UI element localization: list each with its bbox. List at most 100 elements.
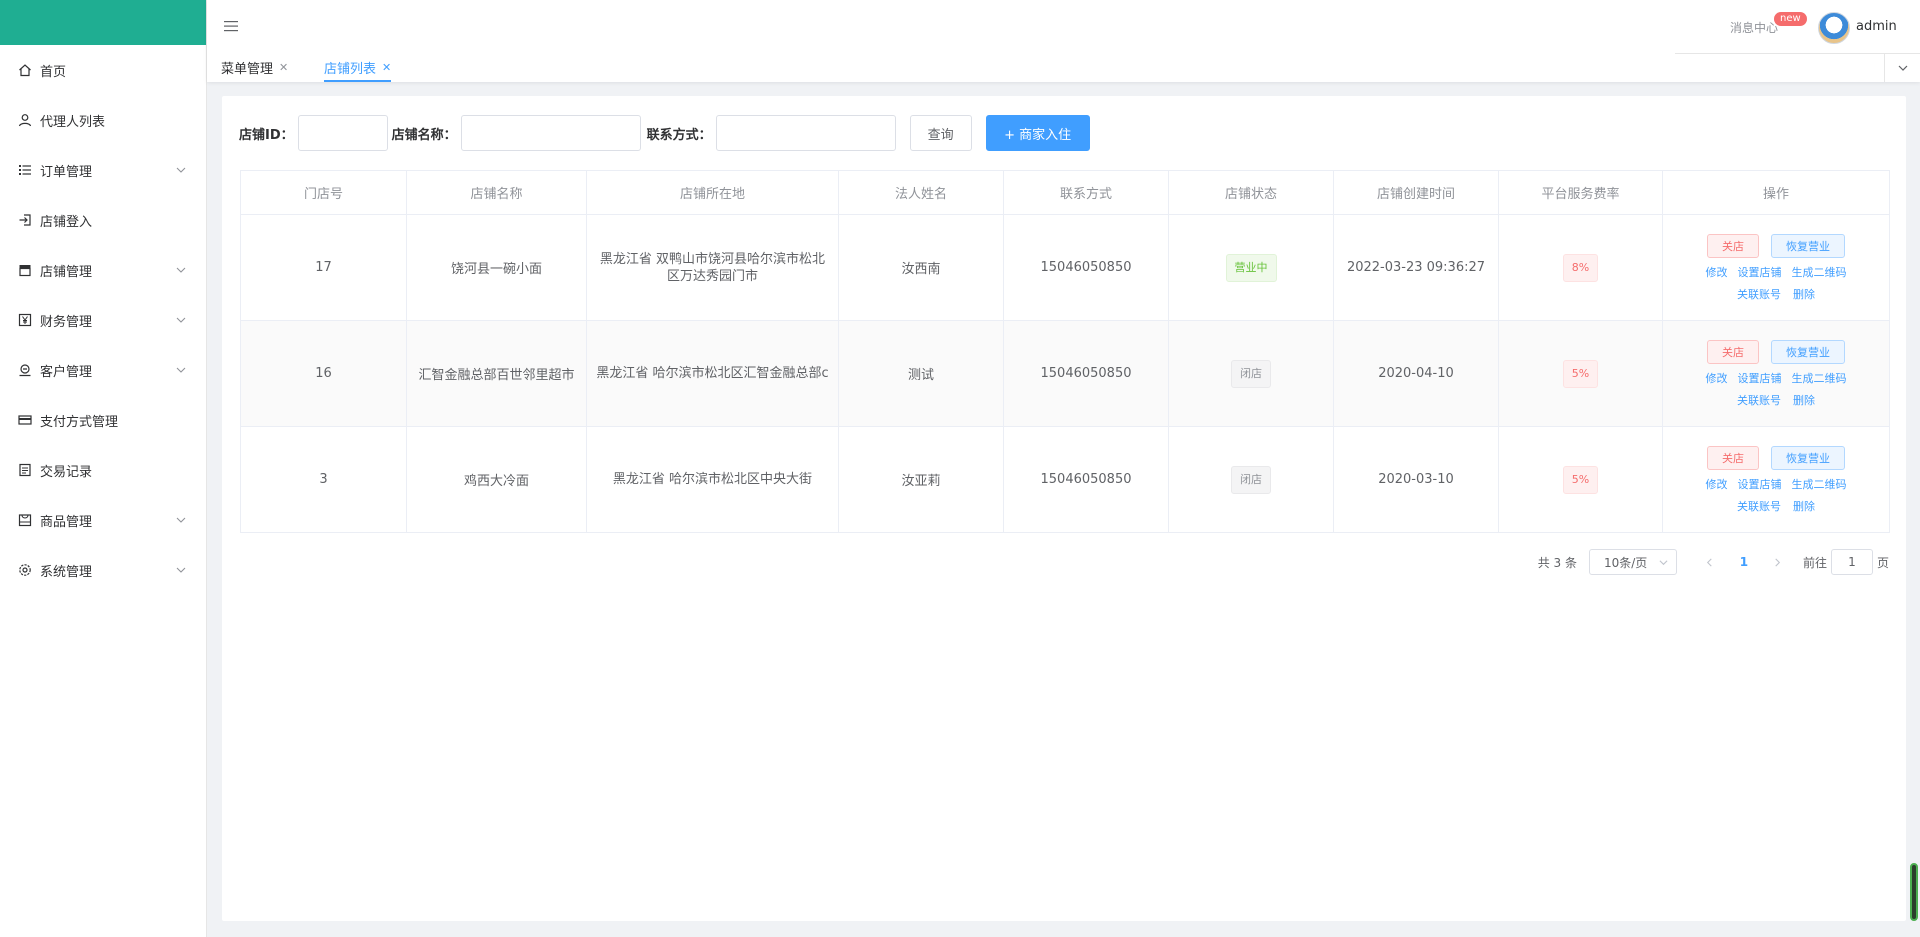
generate-qrcode-link[interactable]: 生成二维码 bbox=[1792, 370, 1847, 386]
column-header: 店铺状态 bbox=[1168, 170, 1334, 215]
home-icon bbox=[18, 63, 32, 77]
new-badge: new bbox=[1774, 12, 1807, 26]
cell-created: 2020-04-10 bbox=[1333, 320, 1499, 427]
message-center-link[interactable]: 消息中心 bbox=[1730, 19, 1778, 36]
column-header: 平台服务费率 bbox=[1498, 170, 1663, 215]
prev-page-button[interactable] bbox=[1695, 549, 1725, 575]
hamburger-icon[interactable] bbox=[224, 20, 238, 32]
cell-fee: 5% bbox=[1498, 426, 1663, 533]
sidebar: 首页代理人列表 订单管理店铺登入店铺管理 财务管理客户管理支付方式管理 交易记录商品管… bbox=[0, 0, 207, 937]
shop-table: 门店号 店铺名称 店铺所在地 法人姓名 联系方式 店铺状态 店铺创建时间 平台服务费率 操作 1… bbox=[240, 170, 1890, 533]
shop-name-label: 店铺名称： bbox=[391, 127, 457, 143]
tab-menu-management[interactable]: 菜单管理 ✕ bbox=[221, 52, 288, 82]
shop-id-label: 店铺ID： bbox=[239, 127, 294, 143]
close-shop-button[interactable]: 关店 bbox=[1707, 339, 1759, 364]
cell-contact: 15046050850 bbox=[1003, 214, 1169, 321]
goods-icon bbox=[18, 513, 32, 527]
cell-actions: 关店 恢复营业修改 设置店铺 生成二维码 关联账号 删除 bbox=[1662, 320, 1890, 427]
chevron-right-icon bbox=[1775, 558, 1781, 566]
add-merchant-button[interactable]: + 商家入住 bbox=[985, 115, 1090, 151]
page-size-select[interactable]: 10条/页 bbox=[1588, 549, 1677, 575]
cell-fee: 8% bbox=[1498, 214, 1663, 321]
resume-business-button[interactable]: 恢复营业 bbox=[1771, 339, 1845, 364]
sidebar-item-label: 首页 bbox=[40, 64, 67, 80]
edit-link[interactable]: 修改 bbox=[1706, 264, 1728, 280]
sidebar-item-8[interactable]: 交易记录 bbox=[0, 445, 206, 495]
contact-input[interactable] bbox=[715, 115, 896, 151]
resume-business-button[interactable]: 恢复营业 bbox=[1771, 445, 1845, 470]
shop-name-input[interactable] bbox=[460, 115, 641, 151]
cell-shop-name: 饶河县一碗小面 bbox=[406, 214, 587, 321]
link-account-link[interactable]: 关联账号 bbox=[1737, 286, 1781, 302]
fee-badge: 5% bbox=[1562, 359, 1599, 388]
sidebar-item-4[interactable]: 店铺管理 bbox=[0, 245, 206, 295]
table-row: 3 鸡西大冷面 黑龙江省 哈尔滨市松北区中央大街 汝亚莉 15046050850 闭店 20… bbox=[240, 426, 1890, 533]
sidebar-item-6[interactable]: 客户管理 bbox=[0, 345, 206, 395]
delete-link[interactable]: 删除 bbox=[1793, 498, 1815, 514]
cell-legal-name: 测试 bbox=[838, 320, 1004, 427]
logo-bar bbox=[0, 0, 206, 45]
shop-id-input[interactable] bbox=[297, 115, 388, 151]
shop-settings-link[interactable]: 设置店铺 bbox=[1738, 476, 1782, 492]
status-badge: 营业中 bbox=[1225, 253, 1277, 282]
pagination: 共 3 条 10条/页 1 前往 页 bbox=[1538, 548, 1889, 576]
sidebar-item-0[interactable]: 首页 bbox=[0, 45, 206, 95]
login-icon bbox=[18, 213, 32, 227]
chevron-left-icon bbox=[1707, 558, 1713, 566]
generate-qrcode-link[interactable]: 生成二维码 bbox=[1792, 264, 1847, 280]
header: 消息中心 new admin 菜单管理 ✕ 店铺列表 ✕ bbox=[207, 0, 1920, 82]
gear-icon bbox=[18, 563, 32, 577]
sidebar-item-7[interactable]: 支付方式管理 bbox=[0, 395, 206, 445]
avatar[interactable] bbox=[1818, 12, 1850, 44]
close-shop-button[interactable]: 关店 bbox=[1707, 233, 1759, 258]
sidebar-item-10[interactable]: 系统管理 bbox=[0, 545, 206, 595]
row-actions: 关店 恢复营业修改 设置店铺 生成二维码 关联账号 删除 bbox=[1663, 339, 1889, 408]
sidebar-item-label: 客户管理 bbox=[40, 364, 93, 380]
next-page-button[interactable] bbox=[1763, 549, 1793, 575]
sidebar-item-5[interactable]: 财务管理 bbox=[0, 295, 206, 345]
close-icon[interactable]: ✕ bbox=[382, 61, 391, 74]
sidebar-item-label: 商品管理 bbox=[40, 514, 93, 530]
delete-link[interactable]: 删除 bbox=[1793, 286, 1815, 302]
tabs-dropdown[interactable] bbox=[1884, 53, 1920, 82]
shop-settings-link[interactable]: 设置店铺 bbox=[1738, 264, 1782, 280]
cell-shop-name: 汇智金融总部百世邻里超市 bbox=[406, 320, 587, 427]
link-account-link[interactable]: 关联账号 bbox=[1737, 498, 1781, 514]
cell-status: 闭店 bbox=[1168, 320, 1334, 427]
cell-shop-name: 鸡西大冷面 bbox=[406, 426, 587, 533]
sidebar-item-1[interactable]: 代理人列表 bbox=[0, 95, 206, 145]
cell-shop-id: 16 bbox=[240, 320, 407, 427]
link-account-link[interactable]: 关联账号 bbox=[1737, 392, 1781, 408]
shop-settings-link[interactable]: 设置店铺 bbox=[1738, 370, 1782, 386]
customer-icon bbox=[18, 363, 32, 377]
chevron-down-icon bbox=[176, 567, 186, 573]
table-row: 17 饶河县一碗小面 黑龙江省 双鸭山市饶河县哈尔滨市松北区万达秀园门市 汝西南 150… bbox=[240, 214, 1890, 321]
edit-link[interactable]: 修改 bbox=[1706, 476, 1728, 492]
generate-qrcode-link[interactable]: 生成二维码 bbox=[1792, 476, 1847, 492]
cell-shop-id: 17 bbox=[240, 214, 407, 321]
scrollbar-thumb[interactable] bbox=[1910, 863, 1918, 921]
delete-link[interactable]: 删除 bbox=[1793, 392, 1815, 408]
close-shop-button[interactable]: 关店 bbox=[1707, 445, 1759, 470]
sidebar-item-3[interactable]: 店铺登入 bbox=[0, 195, 206, 245]
sidebar-item-9[interactable]: 商品管理 bbox=[0, 495, 206, 545]
page-number[interactable]: 1 bbox=[1729, 549, 1759, 575]
sidebar-item-2[interactable]: 订单管理 bbox=[0, 145, 206, 195]
cell-location: 黑龙江省 哈尔滨市松北区汇智金融总部c bbox=[586, 320, 839, 427]
tab-shop-list[interactable]: 店铺列表 ✕ bbox=[324, 52, 392, 82]
fee-badge: 8% bbox=[1562, 253, 1599, 282]
query-button[interactable]: 查询 bbox=[909, 115, 972, 151]
cell-location: 黑龙江省 哈尔滨市松北区中央大街 bbox=[586, 426, 839, 533]
goto-input[interactable] bbox=[1830, 549, 1873, 575]
column-header: 法人姓名 bbox=[838, 170, 1004, 215]
record-icon bbox=[18, 463, 32, 477]
resume-business-button[interactable]: 恢复营业 bbox=[1771, 233, 1845, 258]
column-header: 店铺名称 bbox=[406, 170, 587, 215]
username[interactable]: admin bbox=[1856, 19, 1897, 34]
row-actions: 关店 恢复营业修改 设置店铺 生成二维码 关联账号 删除 bbox=[1663, 233, 1889, 302]
edit-link[interactable]: 修改 bbox=[1706, 370, 1728, 386]
close-icon[interactable]: ✕ bbox=[279, 61, 288, 74]
sidebar-item-label: 店铺登入 bbox=[40, 214, 93, 230]
main-card: 店铺ID： 店铺名称： 联系方式： 查询 + 商家入住 门店号 店铺名称 店铺所在地… bbox=[222, 96, 1906, 921]
column-header: 操作 bbox=[1662, 170, 1890, 215]
